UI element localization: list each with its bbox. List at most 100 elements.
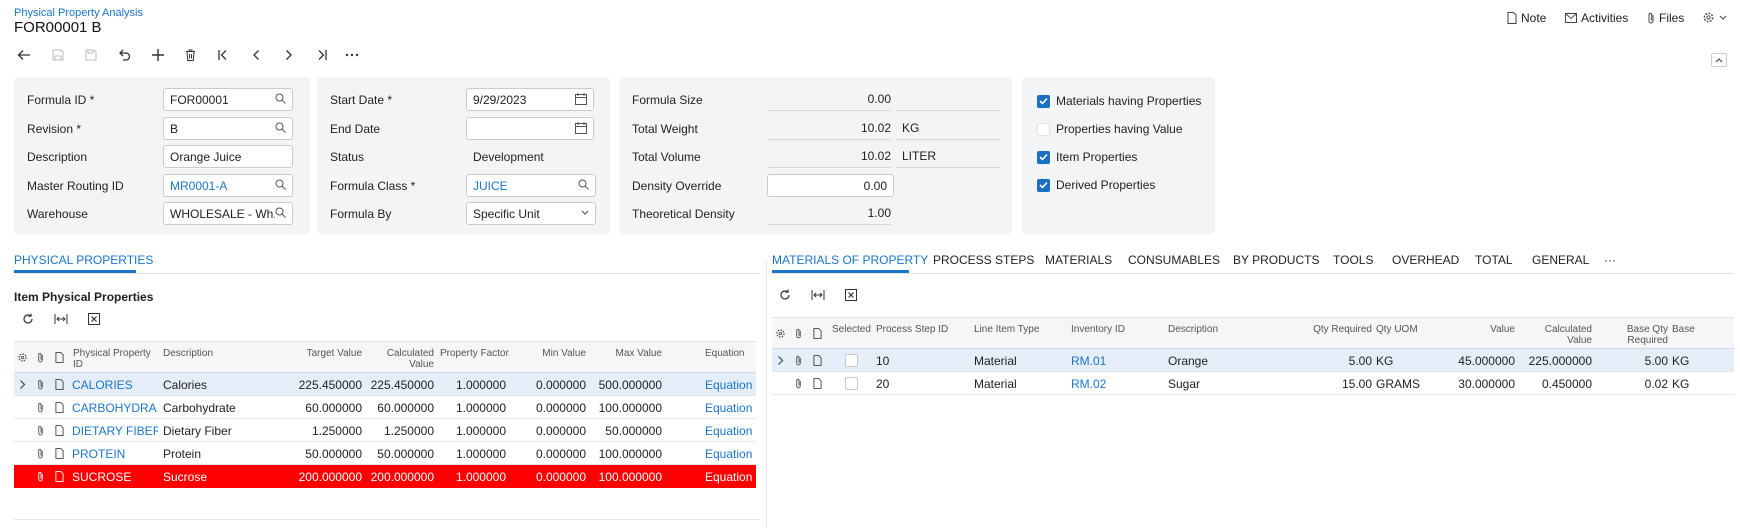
gear-icon[interactable] (775, 328, 786, 339)
column-header[interactable]: Line Item Type (974, 324, 1039, 335)
paperclip-icon[interactable] (37, 471, 44, 482)
expand-row-icon[interactable] (19, 379, 26, 390)
column-header[interactable]: Base Qty Required (1617, 324, 1668, 346)
table-row[interactable]: PROTEIN Protein 50.000000 50.000000 1.000000… (14, 442, 756, 465)
formula-class-link[interactable]: JUICE (473, 179, 508, 193)
export-excel-button[interactable] (84, 309, 104, 329)
column-header[interactable]: Description (1168, 324, 1218, 335)
tab-materials[interactable]: MATERIALS (1045, 253, 1112, 267)
save-close-button[interactable] (48, 45, 68, 65)
search-icon[interactable] (275, 122, 286, 133)
column-header[interactable]: Selected (832, 324, 871, 335)
tab-by-products[interactable]: BY PRODUCTS (1233, 253, 1319, 267)
refresh-button[interactable] (18, 309, 38, 329)
formula-id-field[interactable]: FOR00001 (163, 88, 293, 111)
last-record-button[interactable] (312, 45, 332, 65)
breadcrumb[interactable]: Physical Property Analysis (14, 7, 143, 19)
column-header[interactable]: Qty UOM (1376, 324, 1418, 335)
column-header[interactable]: Equation (705, 348, 755, 359)
tab-physical-properties[interactable]: PHYSICAL PROPERTIES (14, 253, 153, 267)
paperclip-icon[interactable] (37, 425, 44, 436)
activities-button[interactable]: Activities (1565, 11, 1628, 25)
tab-process-steps[interactable]: PROCESS STEPS (933, 253, 1034, 267)
search-icon[interactable] (275, 93, 286, 104)
materials-having-properties-option[interactable]: Materials having Properties (1037, 94, 1201, 108)
table-row[interactable]: 10 Material RM.01 Orange 5.00 KG 45.000000 225.… (772, 349, 1734, 372)
density-override-field[interactable]: 0.00 (767, 174, 894, 197)
note-icon[interactable] (55, 471, 64, 482)
inventory-id-link[interactable]: RM.02 (1071, 377, 1161, 391)
tab-total[interactable]: TOTAL (1475, 253, 1513, 267)
search-icon[interactable] (275, 207, 286, 218)
column-header[interactable]: Process Step ID (876, 324, 948, 335)
table-row[interactable]: 20 Material RM.02 Sugar 15.00 GRAMS 30.000000 0… (772, 372, 1734, 395)
note-icon[interactable] (55, 425, 64, 436)
property-id-link[interactable]: SUCROSE (72, 470, 158, 484)
equation-link[interactable]: Equation (705, 424, 767, 438)
note-icon[interactable] (55, 402, 64, 413)
checkbox-checked[interactable] (1037, 94, 1050, 108)
equation-link[interactable]: Equation (705, 470, 767, 484)
note-icon[interactable] (55, 448, 64, 459)
undo-button[interactable] (114, 45, 134, 65)
column-header[interactable]: Property Factor (440, 348, 520, 359)
checkbox-checked[interactable] (1037, 178, 1050, 192)
selected-checkbox[interactable] (845, 377, 858, 390)
paperclip-icon[interactable] (37, 379, 44, 390)
paperclip-icon[interactable] (37, 402, 44, 413)
warehouse-field[interactable]: WHOLESALE - Wh... (163, 202, 293, 225)
tabs-more-button[interactable]: ··· (1604, 253, 1616, 267)
note-icon[interactable] (813, 355, 822, 366)
paperclip-icon[interactable] (795, 378, 802, 389)
property-id-link[interactable]: PROTEIN (72, 447, 158, 461)
back-button[interactable] (14, 45, 34, 65)
tab-tools[interactable]: TOOLS (1333, 253, 1373, 267)
search-icon[interactable] (578, 179, 589, 190)
first-record-button[interactable] (213, 45, 233, 65)
checkbox-checked[interactable] (1037, 150, 1050, 164)
paperclip-icon[interactable] (795, 355, 802, 366)
property-id-link[interactable]: CARBOHYDRA... (72, 401, 158, 415)
master-routing-link[interactable]: MR0001-A (170, 179, 227, 193)
search-icon[interactable] (275, 179, 286, 190)
tab-consumables[interactable]: CONSUMABLES (1128, 253, 1220, 267)
column-header[interactable]: Calculated Value (374, 348, 434, 370)
column-header[interactable]: Physical Property ID (73, 348, 158, 370)
column-header[interactable]: Description (163, 348, 263, 359)
add-button[interactable] (148, 45, 168, 65)
settings-menu-button[interactable] (1702, 11, 1727, 24)
fit-columns-button[interactable] (51, 309, 71, 329)
splitter[interactable] (766, 260, 767, 528)
note-icon[interactable] (813, 378, 822, 389)
fit-columns-button[interactable] (808, 285, 828, 305)
tab-general[interactable]: GENERAL (1532, 253, 1589, 267)
delete-button[interactable] (180, 45, 200, 65)
note-icon[interactable] (55, 379, 64, 390)
refresh-button[interactable] (775, 285, 795, 305)
collapse-header-button[interactable] (1711, 53, 1727, 67)
column-header[interactable]: Inventory ID (1071, 324, 1125, 335)
tab-materials-of-property[interactable]: MATERIALS OF PROPERTY (772, 253, 928, 267)
master-routing-field[interactable]: MR0001-A (163, 174, 293, 197)
column-header[interactable]: Value (1452, 324, 1515, 335)
calendar-icon[interactable] (575, 93, 587, 105)
property-id-link[interactable]: CALORIES (72, 378, 158, 392)
derived-properties-option[interactable]: Derived Properties (1037, 178, 1155, 192)
files-button[interactable]: Files (1647, 11, 1684, 25)
start-date-field[interactable]: 9/29/2023 (466, 88, 594, 111)
export-excel-button[interactable] (841, 285, 861, 305)
table-row[interactable]: DIETARY FIBER Dietary Fiber 1.250000 1.2500… (14, 419, 756, 442)
inventory-id-link[interactable]: RM.01 (1071, 354, 1161, 368)
revision-field[interactable]: B (163, 117, 293, 140)
description-field[interactable]: Orange Juice (163, 145, 293, 168)
calendar-icon[interactable] (575, 122, 587, 134)
column-header[interactable]: Calculated Value (1518, 324, 1592, 346)
column-header[interactable]: Target Value (264, 348, 362, 359)
note-button[interactable]: Note (1507, 11, 1546, 25)
formula-by-select[interactable]: Specific Unit (466, 202, 596, 225)
next-record-button[interactable] (279, 45, 299, 65)
save-button[interactable] (81, 45, 101, 65)
table-row[interactable]: CARBOHYDRA... Carbohydrate 60.000000 60.000… (14, 396, 756, 419)
equation-link[interactable]: Equation (705, 378, 767, 392)
properties-having-value-option[interactable]: Properties having Value (1037, 122, 1183, 136)
